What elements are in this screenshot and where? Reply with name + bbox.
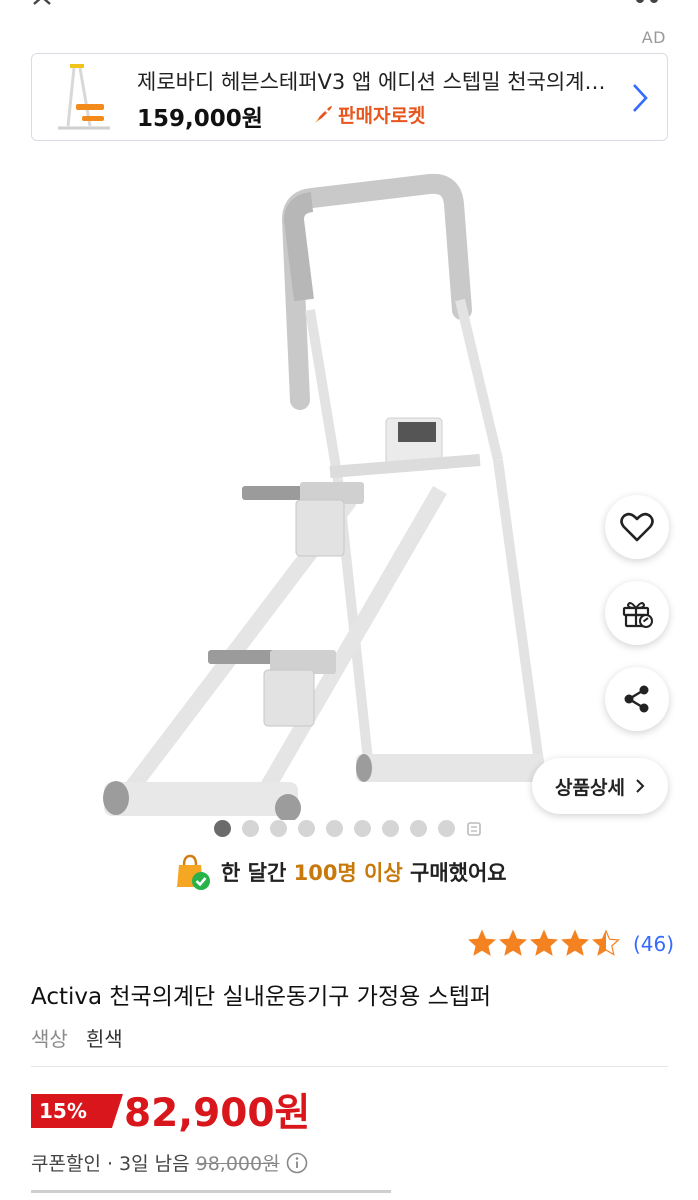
- carousel-dot[interactable]: [270, 820, 287, 837]
- discount-badge: 15%: [31, 1094, 123, 1128]
- more-icon[interactable]: [630, 0, 670, 8]
- review-count[interactable]: (46): [633, 932, 674, 956]
- purchase-count-notice: 한 달간 100명 이상 구매했어요: [173, 853, 507, 891]
- purchase-highlight: 100명 이상: [293, 861, 403, 885]
- ad-product-thumbnail: [46, 60, 122, 136]
- star-rating-icon: [467, 929, 620, 956]
- ad-price: 159,000원: [137, 106, 263, 132]
- sale-price: 82,900원: [124, 1091, 311, 1136]
- ad-card[interactable]: 제로바디 헤븐스테퍼V3 앱 에디션 스텝밀 천국의계단 실내운동기구 159,…: [31, 53, 668, 141]
- chevron-right-icon: [636, 779, 645, 793]
- coupon-info: 쿠폰할인 · 3일 남음 98,000원: [31, 1149, 308, 1176]
- share-icon: [624, 685, 649, 713]
- product-detail-label: 상품상세: [555, 776, 625, 799]
- option-value: 흰색: [85, 1027, 123, 1051]
- original-price: 98,000원: [195, 1153, 280, 1175]
- product-detail-button[interactable]: 상품상세: [532, 758, 668, 814]
- product-option[interactable]: 색상 흰색: [31, 1023, 123, 1052]
- carousel-dot[interactable]: [410, 820, 427, 837]
- rocket-icon: [315, 105, 332, 123]
- carousel-dot[interactable]: [354, 820, 371, 837]
- gift-icon: [622, 602, 653, 628]
- rating[interactable]: (46): [467, 929, 674, 959]
- heart-icon: [620, 512, 654, 542]
- product-main-image[interactable]: [0, 160, 698, 820]
- top-bar: [0, 0, 698, 22]
- carousel-dot[interactable]: [382, 820, 399, 837]
- ad-title: 제로바디 헤븐스테퍼V3 앱 에디션 스텝밀 천국의계단 실내운동기구: [137, 70, 617, 94]
- shopping-bag-check-icon: [177, 854, 210, 890]
- option-label: 색상: [31, 1027, 68, 1051]
- purchase-text: 한 달간 100명 이상 구매했어요: [221, 861, 507, 885]
- divider: [31, 1190, 391, 1193]
- share-button[interactable]: [605, 667, 669, 731]
- coupon-text: 쿠폰할인 · 3일 남음: [31, 1153, 190, 1175]
- divider: [31, 1066, 668, 1067]
- info-icon[interactable]: [286, 1152, 308, 1174]
- rocket-badge: 판매자로켓: [312, 101, 425, 128]
- rocket-badge-label: 판매자로켓: [338, 105, 426, 127]
- wishlist-button[interactable]: [605, 495, 669, 559]
- product-title: Activa 천국의계단 실내운동기구 가정용 스텝퍼: [31, 984, 492, 1010]
- carousel-dot[interactable]: [298, 820, 315, 837]
- chevron-right-icon[interactable]: [631, 82, 649, 114]
- close-icon[interactable]: [30, 0, 54, 10]
- more-images-icon[interactable]: [466, 821, 482, 836]
- gift-button[interactable]: [605, 581, 669, 645]
- carousel-indicator: [214, 820, 482, 837]
- carousel-dot[interactable]: [242, 820, 259, 837]
- ad-label: AD: [641, 28, 666, 47]
- carousel-dot[interactable]: [438, 820, 455, 837]
- carousel-dot[interactable]: [214, 820, 231, 837]
- carousel-dot[interactable]: [326, 820, 343, 837]
